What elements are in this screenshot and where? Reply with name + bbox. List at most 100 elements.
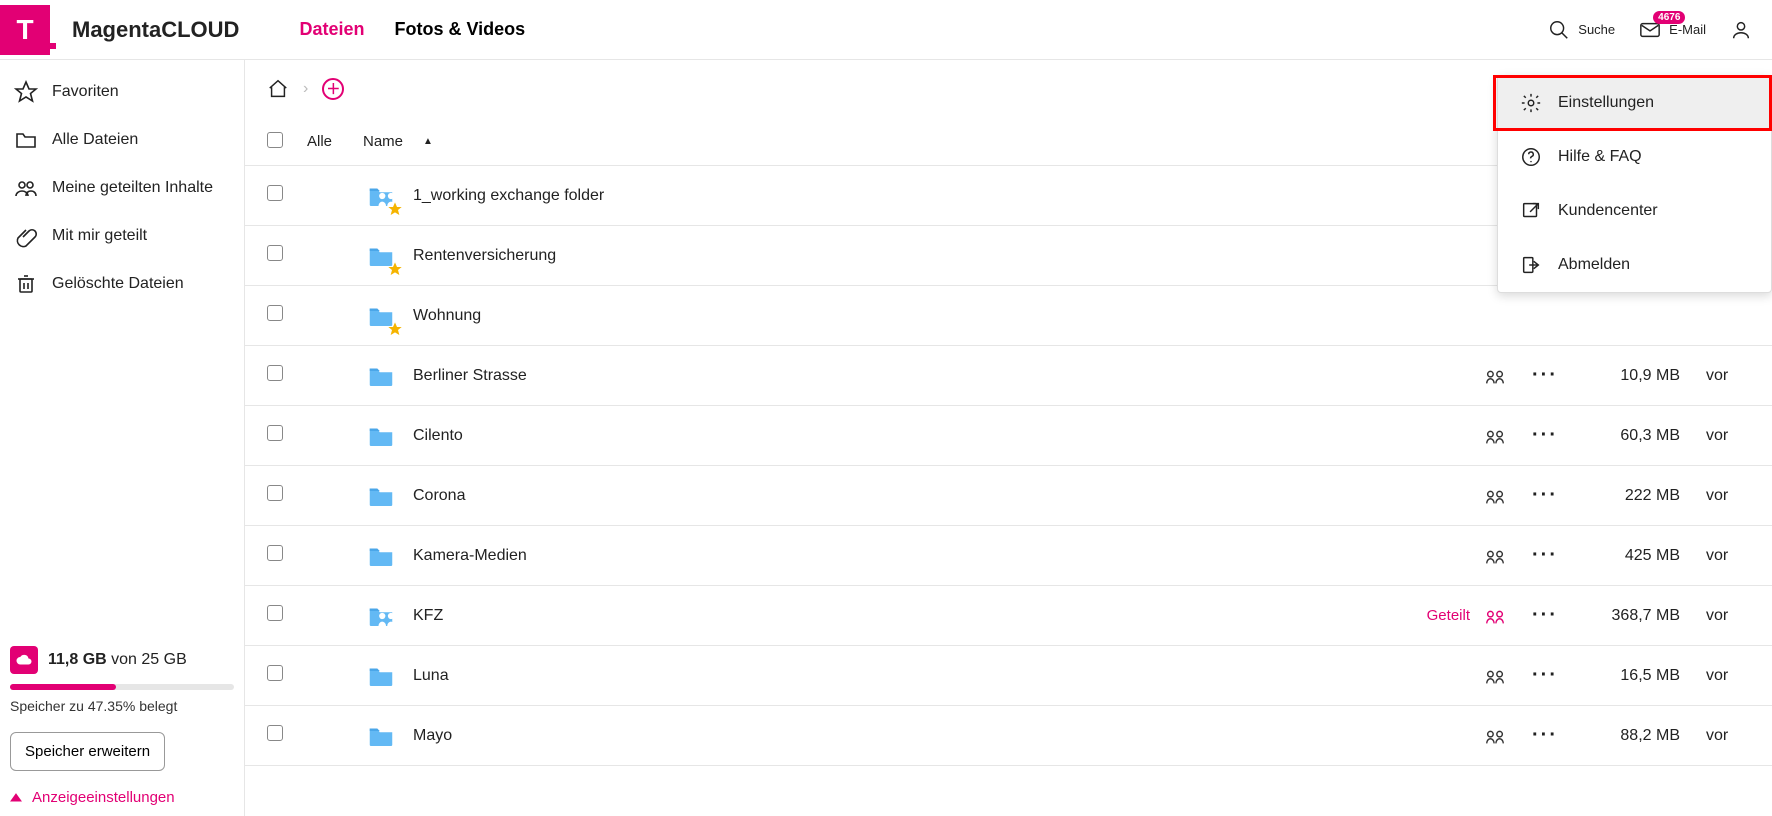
row-more-button[interactable]: ···	[1532, 484, 1558, 507]
col-name-header[interactable]: Name ▲	[363, 133, 1410, 150]
menu-settings[interactable]: Einstellungen	[1498, 76, 1771, 130]
main-content: › ＋ Alle Name ▲ 1_working exchange folde…	[245, 60, 1772, 816]
row-more-button[interactable]: ···	[1532, 664, 1558, 687]
row-size: 10,9 MB	[1570, 367, 1690, 385]
sidebar-item-trash[interactable]: Gelöschte Dateien	[14, 272, 234, 296]
clip-icon	[14, 224, 38, 248]
menu-kundencenter[interactable]: Kundencenter	[1498, 184, 1771, 238]
row-name: 1_working exchange folder	[413, 187, 604, 205]
menu-logout[interactable]: Abmelden	[1498, 238, 1771, 292]
nav-media[interactable]: Fotos & Videos	[394, 19, 525, 40]
sidebar-item-label: Mit mir geteilt	[52, 227, 147, 245]
row-checkbox[interactable]	[267, 665, 283, 681]
folder-icon	[363, 661, 399, 691]
row-size: 88,2 MB	[1570, 727, 1690, 745]
search-label: Suche	[1578, 22, 1615, 37]
account-button[interactable]	[1730, 19, 1752, 41]
folder-icon	[363, 481, 399, 511]
row-name: KFZ	[413, 607, 443, 625]
mail-button[interactable]: 4676 E-Mail	[1639, 19, 1706, 41]
row-name: Luna	[413, 667, 449, 685]
row-checkbox[interactable]	[267, 725, 283, 741]
external-link-icon	[1520, 200, 1542, 222]
row-checkbox[interactable]	[267, 305, 283, 321]
col-all-label[interactable]: Alle	[307, 133, 363, 150]
app-header: T MagentaCLOUD Dateien Fotos & Videos Su…	[0, 0, 1772, 60]
gear-icon	[1520, 92, 1542, 114]
row-more-button[interactable]: ···	[1532, 364, 1558, 387]
star-icon	[387, 261, 403, 277]
mail-label: E-Mail	[1669, 22, 1706, 37]
row-checkbox[interactable]	[267, 425, 283, 441]
table-row[interactable]: Corona ··· 222 MB vor	[245, 466, 1772, 526]
share-icon[interactable]	[1484, 485, 1506, 507]
sidebar: Favoriten Alle Dateien Meine geteilten I…	[0, 60, 245, 816]
table-row[interactable]: Kamera-Medien ··· 425 MB vor	[245, 526, 1772, 586]
share-icon[interactable]	[1484, 665, 1506, 687]
row-name: Wohnung	[413, 307, 481, 325]
row-more-button[interactable]: ···	[1532, 544, 1558, 567]
help-icon	[1520, 146, 1542, 168]
sidebar-item-label: Favoriten	[52, 83, 119, 101]
row-checkbox[interactable]	[267, 185, 283, 201]
table-row[interactable]: Cilento ··· 60,3 MB vor	[245, 406, 1772, 466]
share-icon[interactable]	[1484, 725, 1506, 747]
table-row[interactable]: Luna ··· 16,5 MB vor	[245, 646, 1772, 706]
row-time: vor	[1690, 547, 1750, 565]
folder-icon	[363, 301, 399, 331]
display-settings-link[interactable]: Anzeigeeinstellungen	[10, 789, 234, 806]
row-size: 60,3 MB	[1570, 427, 1690, 445]
table-row[interactable]: Berliner Strasse ··· 10,9 MB vor	[245, 346, 1772, 406]
expand-storage-button[interactable]: Speicher erweitern	[10, 732, 165, 771]
row-checkbox[interactable]	[267, 605, 283, 621]
brand-name: MagentaCLOUD	[72, 17, 239, 43]
sidebar-item-shared[interactable]: Mit mir geteilt	[14, 224, 234, 248]
share-icon[interactable]	[1484, 425, 1506, 447]
row-checkbox[interactable]	[267, 365, 283, 381]
trash-icon	[14, 272, 38, 296]
search-button[interactable]: Suche	[1548, 19, 1615, 41]
shared-label: Geteilt	[1427, 607, 1470, 624]
add-button[interactable]: ＋	[322, 78, 344, 100]
home-icon[interactable]	[267, 78, 289, 100]
folder-icon	[363, 601, 399, 631]
sidebar-item-favorites[interactable]: Favoriten	[14, 80, 234, 104]
row-time: vor	[1690, 427, 1750, 445]
row-checkbox[interactable]	[267, 245, 283, 261]
table-row[interactable]: Wohnung	[245, 286, 1772, 346]
folder-icon	[363, 541, 399, 571]
chevron-right-icon: ›	[303, 80, 308, 98]
share-icon[interactable]	[1484, 365, 1506, 387]
share-icon[interactable]	[1484, 605, 1506, 627]
row-more-button[interactable]: ···	[1532, 604, 1558, 627]
folder-icon	[363, 721, 399, 751]
storage-used: 11,8 GB	[48, 651, 107, 668]
sidebar-item-label: Alle Dateien	[52, 131, 138, 149]
row-checkbox[interactable]	[267, 545, 283, 561]
chevron-up-icon	[10, 792, 22, 804]
select-all-checkbox[interactable]	[267, 132, 283, 148]
storage-bar	[10, 684, 234, 690]
sidebar-item-all[interactable]: Alle Dateien	[14, 128, 234, 152]
row-size: 368,7 MB	[1570, 607, 1690, 625]
folder-icon	[363, 361, 399, 391]
menu-help[interactable]: Hilfe & FAQ	[1498, 130, 1771, 184]
row-checkbox[interactable]	[267, 485, 283, 501]
share-icon[interactable]	[1484, 545, 1506, 567]
account-menu: Einstellungen Hilfe & FAQ Kundencenter A…	[1497, 75, 1772, 293]
sidebar-item-myshared[interactable]: Meine geteilten Inhalte	[14, 176, 234, 200]
sidebar-item-label: Meine geteilten Inhalte	[52, 179, 213, 197]
row-more-button[interactable]: ···	[1532, 724, 1558, 747]
table-row[interactable]: Mayo ··· 88,2 MB vor	[245, 706, 1772, 766]
row-time: vor	[1690, 727, 1750, 745]
star-icon	[14, 80, 38, 104]
storage-note: Speicher zu 47.35% belegt	[10, 698, 234, 714]
row-name: Kamera-Medien	[413, 547, 527, 565]
cloud-upload-icon	[10, 646, 38, 674]
nav-files[interactable]: Dateien	[299, 19, 364, 40]
top-nav: Dateien Fotos & Videos	[299, 19, 525, 40]
row-more-button[interactable]: ···	[1532, 424, 1558, 447]
star-icon	[387, 201, 403, 217]
row-name: Cilento	[413, 427, 463, 445]
table-row[interactable]: KFZ Geteilt ··· 368,7 MB vor	[245, 586, 1772, 646]
